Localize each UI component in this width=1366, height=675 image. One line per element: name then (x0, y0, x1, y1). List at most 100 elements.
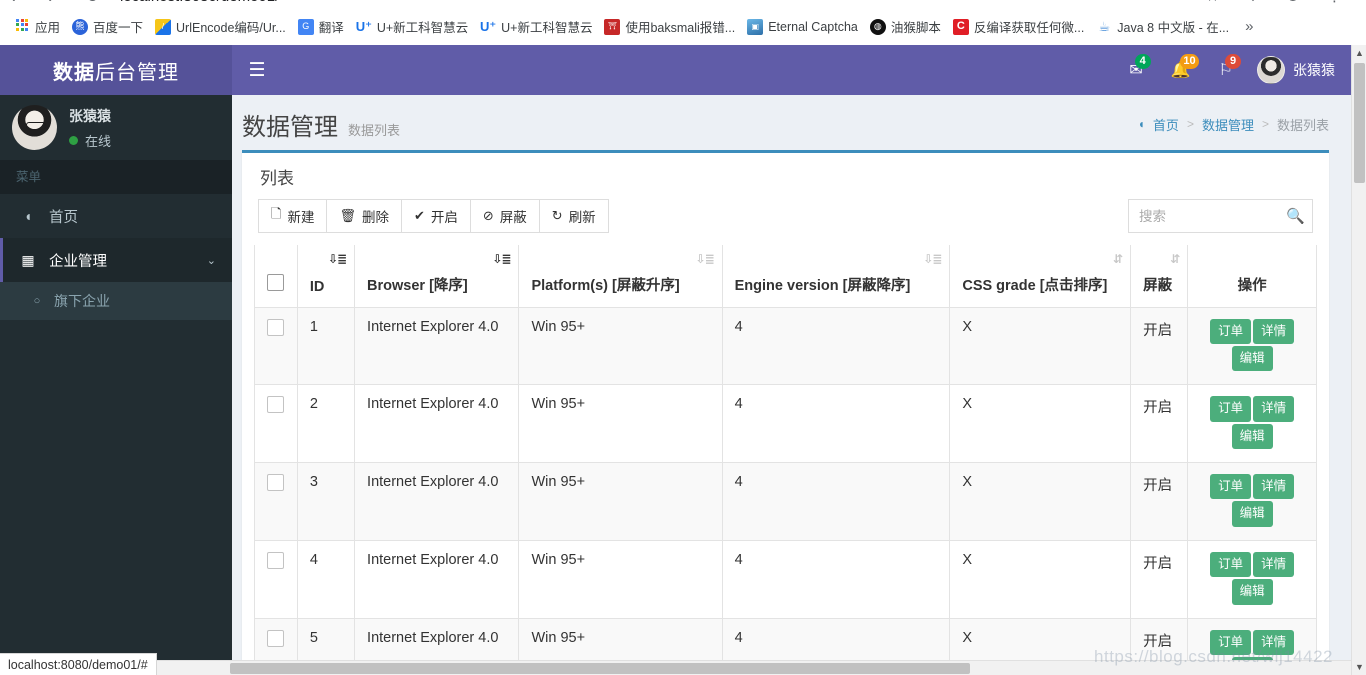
browser-toolbar-icons[interactable]: ★ ⛨ ⦿ ⋮ (1206, 0, 1354, 5)
bookmark-uplus-1[interactable]: U⁺ U+新工科智慧云 (350, 14, 474, 39)
edit-button[interactable]: 编辑 (1231, 579, 1273, 605)
sort-icon[interactable]: ⇩≣ (923, 253, 942, 265)
table-row[interactable]: 4 Internet Explorer 4.0 Win 95+ 4 X 开启 订… (254, 539, 1317, 619)
horizontal-scrollbar-thumb[interactable] (230, 663, 970, 674)
bookmark-baksmali[interactable]: ⛩ 使用baksmali报错... (598, 14, 741, 39)
sort-icon[interactable]: ⇩≣ (696, 253, 715, 265)
order-button[interactable]: 订单 (1210, 396, 1252, 422)
sort-desc-icon[interactable]: ⇩≣ (328, 253, 347, 265)
search-input[interactable] (1128, 199, 1313, 233)
delete-button-label: 删除 (361, 210, 389, 225)
navbar-user-menu[interactable]: 张猿猿 (1247, 45, 1351, 95)
bookmark-label: Eternal Captcha (768, 19, 858, 34)
column-header-label: ID (309, 278, 325, 295)
column-header-browser[interactable]: ⇩≣ Browser [降序] (354, 245, 520, 308)
detail-button[interactable]: 详情 (1253, 396, 1295, 422)
detail-button[interactable]: 详情 (1253, 474, 1295, 500)
column-header-label: 屏蔽 (1143, 277, 1173, 294)
app-logo[interactable]: 数据 后台管理 (0, 45, 232, 95)
detail-button[interactable]: 详情 (1253, 318, 1295, 344)
sort-icon[interactable]: ⇵ (1170, 253, 1180, 265)
row-select-cell[interactable] (254, 462, 298, 541)
table-row[interactable]: 1 Internet Explorer 4.0 Win 95+ 4 X 开启 订… (254, 306, 1317, 386)
detail-button[interactable]: 详情 (1253, 629, 1295, 655)
cell-block-status: 开启 (1130, 384, 1189, 463)
column-header-platform[interactable]: ⇩≣ Platform(s) [屏蔽升序] (518, 245, 723, 308)
select-all-checkbox[interactable] (267, 273, 284, 291)
cell-platform: Win 95+ (518, 384, 723, 463)
edit-button[interactable]: 编辑 (1231, 423, 1273, 449)
sidebar-subitem-subsidiary-enterprise[interactable]: ○ 旗下企业 (0, 282, 232, 320)
enable-button[interactable]: ✔ 开启 (400, 199, 470, 233)
new-button[interactable]: 🗋 新建 (258, 199, 327, 233)
bookmark-label: 油猴脚本 (890, 21, 941, 35)
edit-button[interactable]: 编辑 (1231, 501, 1273, 527)
u-plus-icon: U⁺ (480, 19, 497, 34)
bookmark-csdn[interactable]: C 反编译获取任何微... (947, 14, 1090, 39)
vertical-scrollbar[interactable]: ▲ ▼ (1351, 45, 1366, 675)
row-checkbox[interactable] (267, 629, 284, 647)
delete-button[interactable]: 🗑 删除 (326, 199, 401, 233)
vertical-scrollbar-thumb[interactable] (1354, 63, 1365, 183)
order-button[interactable]: 订单 (1210, 474, 1252, 500)
row-checkbox[interactable] (267, 551, 284, 569)
cell-browser: Internet Explorer 4.0 (354, 384, 520, 463)
edit-button[interactable]: 编辑 (1231, 345, 1273, 372)
horizontal-scrollbar[interactable] (0, 660, 1351, 675)
envelope-icon[interactable]: ✉ 4 (1115, 45, 1156, 95)
row-checkbox[interactable] (267, 318, 284, 336)
bell-icon[interactable]: 🔔 10 (1157, 45, 1205, 95)
column-header-css-grade[interactable]: ⇵ CSS grade [点击排序] (949, 245, 1132, 308)
navbar-user-name: 张猿猿 (1293, 62, 1335, 78)
address-bar[interactable]: localhost:8080/demo01/ (120, 0, 279, 5)
table-row[interactable]: 3 Internet Explorer 4.0 Win 95+ 4 X 开启 订… (254, 462, 1317, 541)
cell-engine: 4 (721, 306, 951, 386)
navbar-right: ☰ ✉ 4 🔔 10 ⚐ 9 张猿猿 (232, 45, 1351, 95)
row-select-cell[interactable] (254, 539, 298, 619)
block-button-label: 屏蔽 (499, 210, 527, 225)
column-header-block[interactable]: ⇵ 屏蔽 (1130, 245, 1189, 308)
row-select-cell[interactable] (254, 384, 298, 463)
sort-icon[interactable]: ⇵ (1113, 253, 1123, 265)
bookmark-label: 反编译获取任何微... (973, 21, 1085, 35)
bookmarks-overflow-button[interactable]: » (1239, 18, 1259, 35)
cell-platform: Win 95+ (518, 462, 723, 541)
order-button[interactable]: 订单 (1210, 629, 1252, 655)
sort-desc-icon[interactable]: ⇩≣ (492, 253, 511, 265)
cell-browser: Internet Explorer 4.0 (354, 462, 520, 541)
scroll-down-icon[interactable]: ▼ (1352, 659, 1366, 675)
bookmark-eternal-captcha[interactable]: ▣ Eternal Captcha (741, 16, 864, 38)
flag-icon[interactable]: ⚐ 9 (1205, 45, 1247, 95)
column-header-id[interactable]: ⇩≣ ID (296, 245, 356, 308)
row-checkbox[interactable] (267, 396, 284, 414)
sidebar-user-panel[interactable]: 张猿猿 在线 (0, 95, 232, 160)
bookmark-label: U+新工科智慧云 (376, 21, 469, 35)
order-button[interactable]: 订单 (1210, 551, 1252, 578)
refresh-button[interactable]: ↻ 刷新 (538, 199, 609, 233)
sidebar-item-enterprise-management[interactable]: ▦ 企业管理 ⌄ (0, 238, 232, 282)
select-all-header[interactable] (254, 245, 298, 308)
row-checkbox[interactable] (267, 474, 284, 491)
order-button[interactable]: 订单 (1210, 318, 1252, 344)
check-icon: ✔ (413, 208, 425, 223)
bookmark-urlencode[interactable]: / UrlEncode编码/Ur... (149, 14, 292, 39)
column-header-engine-version[interactable]: ⇩≣ Engine version [屏蔽降序] (721, 245, 951, 308)
breadcrumb-item-data-management[interactable]: 数据管理 (1202, 115, 1254, 134)
block-button[interactable]: ⊘ 屏蔽 (469, 199, 539, 233)
detail-button[interactable]: 详情 (1253, 551, 1295, 578)
bookmark-apps[interactable]: 应用 (8, 14, 66, 39)
flag-badge: 9 (1225, 54, 1241, 69)
breadcrumb-item-home[interactable]: 首页 (1153, 115, 1179, 134)
table-row[interactable]: 2 Internet Explorer 4.0 Win 95+ 4 X 开启 订… (254, 384, 1317, 463)
bookmark-baidu[interactable]: 熊 百度一下 (66, 14, 149, 39)
hamburger-icon[interactable]: ☰ (232, 45, 282, 95)
bookmark-java8[interactable]: ☕ Java 8 中文版 - 在... (1090, 14, 1235, 39)
search-icon[interactable]: 🔍 (1286, 207, 1305, 225)
bookmark-translate[interactable]: G 翻译 (292, 14, 350, 39)
sidebar-item-home[interactable]: ◖ 首页 (0, 194, 232, 238)
browser-nav-buttons[interactable]: ‹ › ⟳ (10, 0, 115, 7)
bookmark-uplus-2[interactable]: U⁺ U+新工科智慧云 (474, 14, 598, 39)
bookmark-tampermonkey[interactable]: ◍ 油猴脚本 (864, 14, 947, 39)
row-select-cell[interactable] (254, 306, 298, 386)
scroll-up-icon[interactable]: ▲ (1352, 45, 1366, 61)
